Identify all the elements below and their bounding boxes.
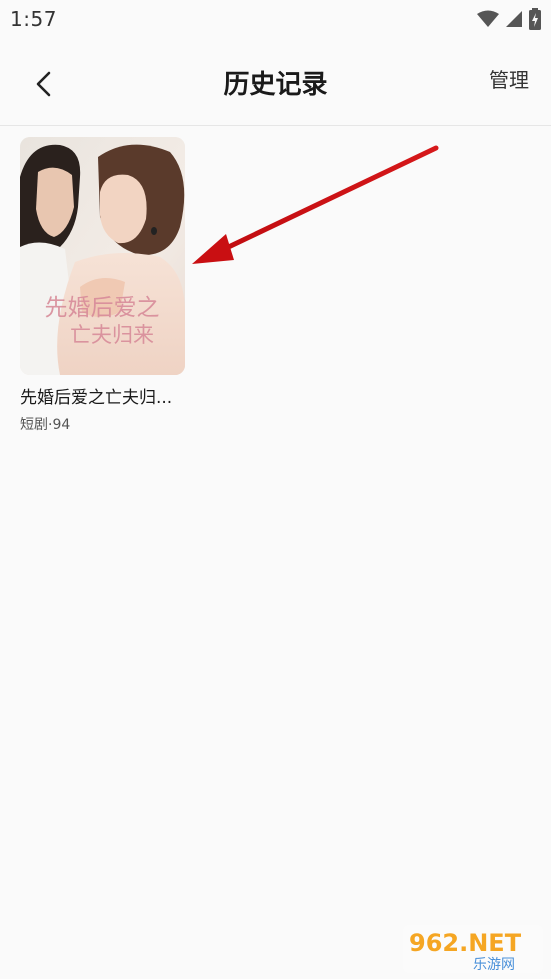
manage-button[interactable]: 管理	[489, 64, 529, 93]
cover-title-line1: 先婚后爱之	[45, 295, 160, 321]
wifi-icon	[477, 10, 499, 27]
cover-title-line2: 亡夫归来	[70, 323, 154, 347]
battery-charging-icon	[529, 8, 541, 30]
drama-cover-image[interactable]: 先婚后爱之 亡夫归来	[20, 137, 185, 375]
page-title: 历史记录	[223, 70, 328, 100]
status-icons	[477, 8, 541, 30]
status-time: 1:57	[10, 7, 57, 31]
status-bar: 1:57	[0, 0, 551, 38]
annotation-arrow-icon	[192, 145, 439, 264]
watermark-sub: 乐游网	[473, 957, 515, 973]
history-item-card[interactable]: 先婚后爱之 亡夫归来 先婚后爱之亡夫归... 短剧·94	[20, 137, 185, 434]
app-bar: 历史记录 管理	[0, 38, 551, 126]
drama-title[interactable]: 先婚后爱之亡夫归...	[20, 383, 185, 408]
site-watermark-logo: 962.NET 乐游网	[403, 925, 543, 973]
cellular-signal-icon	[506, 11, 522, 27]
drama-meta: 短剧·94	[20, 417, 71, 433]
watermark-brand: 962.NET	[409, 929, 522, 957]
